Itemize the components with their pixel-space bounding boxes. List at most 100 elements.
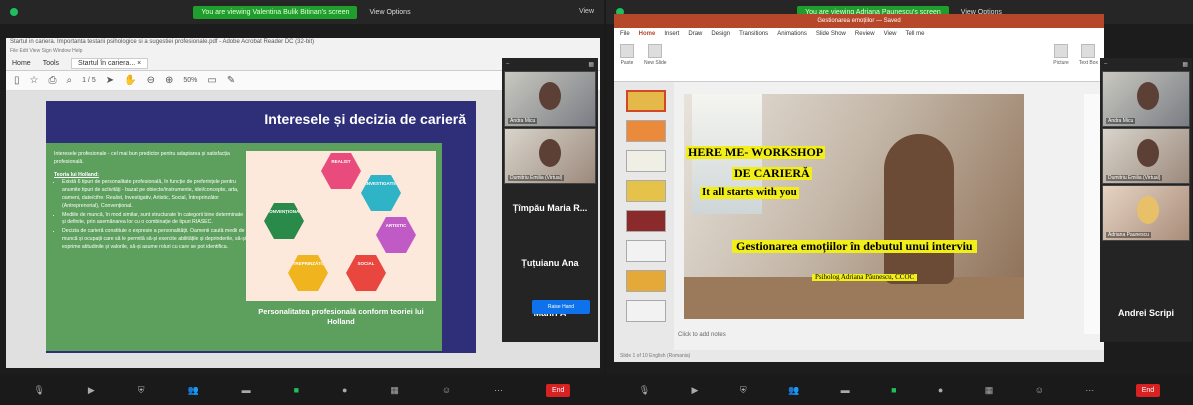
participant-name[interactable]: Andrei Scripi (1100, 308, 1192, 318)
tab-draw[interactable]: Draw (688, 31, 702, 37)
security-icon[interactable]: ⛨ (138, 385, 145, 396)
minimize-icon[interactable]: – (506, 61, 509, 67)
end-button[interactable]: End (545, 383, 571, 397)
thumbnail[interactable] (626, 240, 666, 262)
tab-tools[interactable]: Tools (43, 60, 59, 67)
chat-icon[interactable]: ▬ (242, 385, 251, 395)
picture-button[interactable]: Picture (1053, 44, 1069, 66)
tab-view[interactable]: View (884, 31, 897, 37)
tab-slide-show[interactable]: Slide Show (816, 31, 846, 37)
notes-field[interactable]: Click to add notes (678, 332, 726, 338)
record-icon[interactable]: ● (342, 385, 347, 395)
bullet-1: Există 6 tipuri de personalitate profesi… (62, 179, 248, 210)
participant-label: Andra Micu (1106, 118, 1136, 124)
reactions-icon[interactable]: ☺ (442, 385, 451, 395)
avatar (539, 82, 561, 110)
thumbnail[interactable] (626, 120, 666, 142)
thumbnail[interactable] (626, 90, 666, 112)
powerpoint-window: Gestionarea emoțiilor — Saved File Home … (614, 14, 1104, 362)
new-slide-button[interactable]: New Slide (644, 44, 667, 66)
save-icon[interactable]: ▯ (14, 75, 20, 86)
panel-header: – ▦ (502, 58, 598, 70)
tab-design[interactable]: Design (711, 31, 730, 37)
video-tile-2[interactable]: Dumitriu Emilia (Virtual) (1102, 128, 1190, 184)
search-icon[interactable]: ⌕ (66, 75, 72, 86)
picture-icon (1054, 44, 1069, 58)
current-slide[interactable]: HERE ME- WORKSHOP DE CARIERĂ It all star… (684, 94, 1024, 319)
record-icon[interactable]: ● (938, 385, 943, 395)
thumbnail[interactable] (626, 150, 666, 172)
thumbnail[interactable] (626, 300, 666, 322)
thumbnail[interactable] (626, 210, 666, 232)
tab-document[interactable]: Startul în cariera... × (71, 58, 149, 69)
hex-conventional: CONVENȚIONAL (264, 203, 304, 239)
more-icon[interactable]: ⋯ (1085, 385, 1094, 396)
minimize-icon[interactable]: – (1104, 61, 1107, 67)
zoom-in-icon[interactable]: ⊕ (165, 75, 173, 86)
zoom-out-icon[interactable]: ⊖ (147, 75, 155, 86)
raise-hand-button[interactable]: Raise Hand (532, 300, 590, 314)
video-icon[interactable]: ▶ (692, 385, 699, 396)
pen-icon[interactable]: ✎ (227, 75, 235, 86)
hex-realist: REALIST (321, 153, 361, 189)
tab-animations[interactable]: Animations (777, 31, 807, 37)
zoom-controls: 🎙︎ ▶ ⛨ 👥 ▬ ■ ● ▦ ☺ ⋯ End (0, 375, 604, 405)
view-button[interactable]: View (579, 8, 594, 15)
comment-icon[interactable]: ▭ (207, 75, 216, 86)
print-icon[interactable]: ⎙ (48, 75, 56, 86)
apps-icon[interactable]: ▦ (390, 385, 399, 396)
left-zoom-window: You are viewing Valentina Bulik Bitinan'… (0, 0, 604, 405)
share-screen-icon[interactable]: ■ (294, 385, 299, 395)
zoom-controls: 🎙︎ ▶ ⛨ 👥 ▬ ■ ● ▦ ☺ ⋯ End (606, 375, 1193, 405)
participant-name[interactable]: Țîmpău Maria R... (502, 203, 598, 213)
mute-icon[interactable]: 🎙︎ (639, 385, 650, 396)
share-screen-icon[interactable]: ■ (891, 385, 896, 395)
star-icon[interactable]: ☆ (30, 75, 39, 86)
tab-transitions[interactable]: Transitions (739, 31, 768, 37)
hex-intreprinzator: ÎNTREPRINZĂTOR (288, 255, 328, 291)
grid-icon[interactable]: ▦ (1182, 61, 1188, 68)
viewing-banner: You are viewing Valentina Bulik Bitinan'… (193, 5, 358, 19)
tab-file[interactable]: File (620, 31, 630, 37)
hex-social: SOCIAL (346, 255, 386, 291)
video-tile-2[interactable]: Dumitriu Emilia (Virtual) (504, 128, 596, 184)
thumbnail[interactable] (626, 270, 666, 292)
participant-name[interactable]: Țuțuianu Ana (502, 258, 598, 268)
participant-label: Dumitriu Emilia (Virtual) (1106, 175, 1163, 181)
more-icon[interactable]: ⋯ (494, 385, 503, 396)
participants-icon[interactable]: 👥 (187, 385, 198, 396)
video-icon[interactable]: ▶ (88, 385, 95, 396)
mute-icon[interactable]: 🎙︎ (33, 385, 44, 396)
video-tile-1[interactable]: Andra Micu (1102, 71, 1190, 127)
avatar (1137, 139, 1159, 167)
chat-icon[interactable]: ▬ (841, 385, 850, 395)
slide-title: Interesele și decizia de carieră (264, 111, 466, 127)
avatar (1137, 82, 1159, 110)
zoom-top-bar: You are viewing Valentina Bulik Bitinan'… (0, 0, 604, 24)
tab-review[interactable]: Review (855, 31, 875, 37)
view-options-button[interactable]: View Options (369, 9, 410, 16)
acrobat-menu[interactable]: File Edit View Sign Window Help (6, 48, 600, 57)
tab-home[interactable]: Home (639, 31, 656, 37)
zoom-level[interactable]: 50% (183, 77, 197, 84)
tab-home[interactable]: Home (12, 60, 31, 67)
end-button[interactable]: End (1135, 383, 1161, 397)
content-panel: Interesele profesionale - cel mai bun pr… (46, 143, 442, 351)
tell-me-input[interactable]: Tell me (906, 31, 925, 37)
text-box-button[interactable]: Text Box (1079, 44, 1098, 66)
slide-thumbnails[interactable] (614, 82, 674, 350)
security-icon[interactable]: ⛨ (740, 385, 747, 396)
desk-background (684, 277, 1024, 319)
paste-button[interactable]: Paste (620, 44, 634, 66)
hand-icon[interactable]: ✋ (124, 75, 136, 86)
thumbnail[interactable] (626, 180, 666, 202)
reactions-icon[interactable]: ☺ (1035, 385, 1044, 395)
video-tile-1[interactable]: Andra Micu (504, 71, 596, 127)
cursor-icon[interactable]: ➤ (106, 75, 114, 86)
page-counter[interactable]: 1 / 5 (82, 77, 96, 84)
tab-insert[interactable]: Insert (664, 31, 679, 37)
apps-icon[interactable]: ▦ (985, 385, 994, 396)
video-tile-3[interactable]: Adriana Paunescu (1102, 185, 1190, 241)
grid-icon[interactable]: ▦ (588, 61, 594, 68)
participants-icon[interactable]: 👥 (788, 385, 799, 396)
